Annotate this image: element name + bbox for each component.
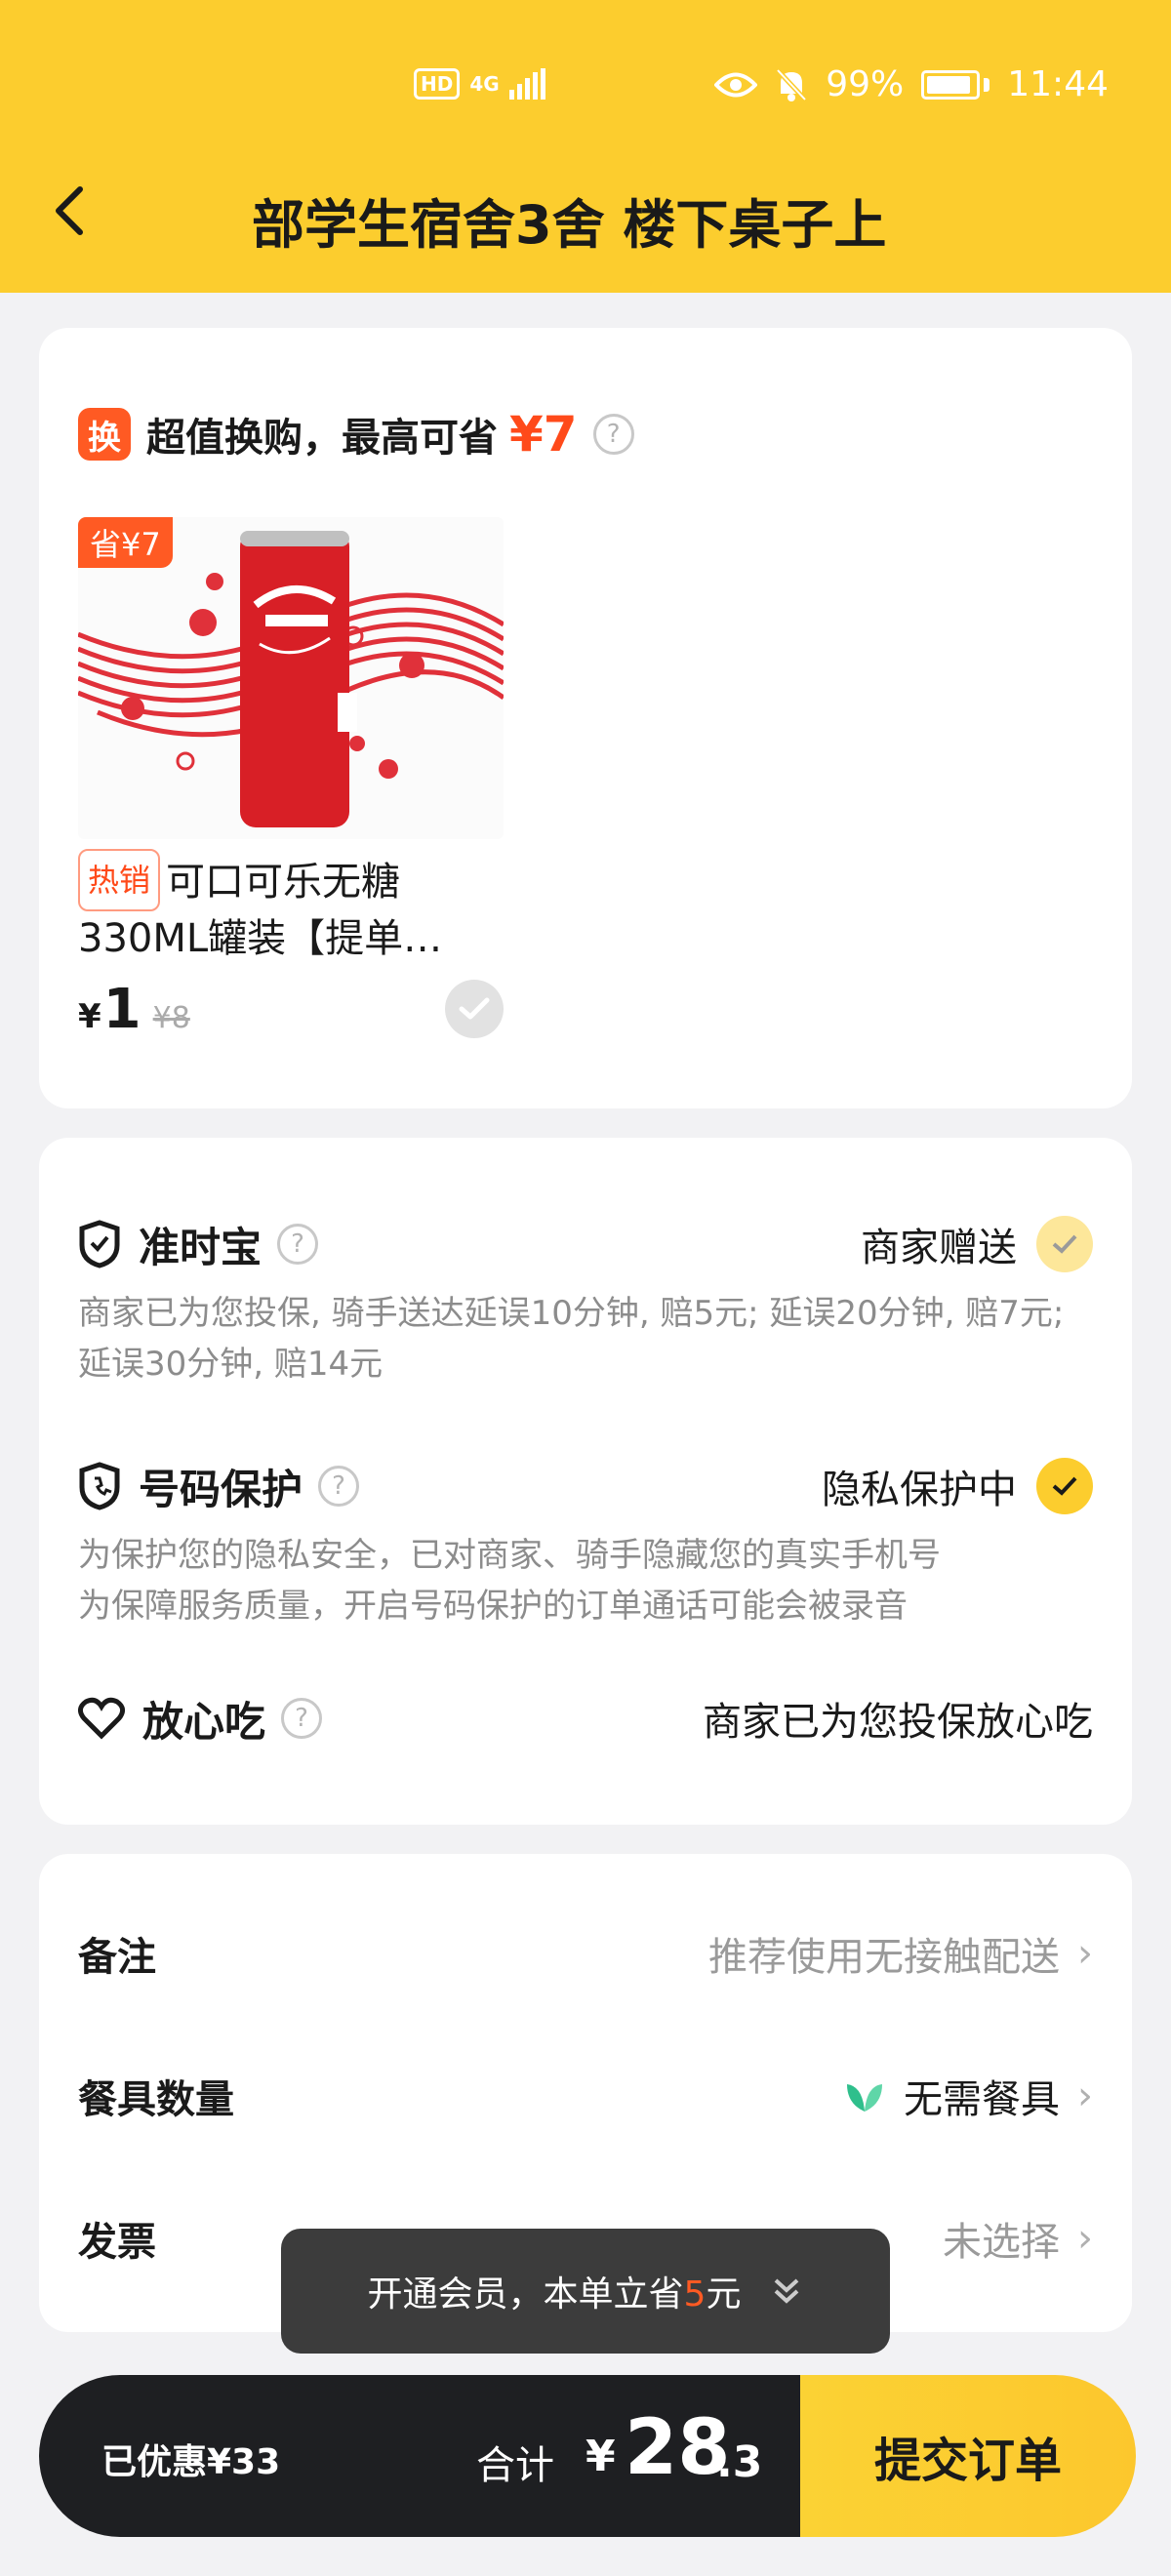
invoice-value: 未选择 [943,2220,1060,2265]
total-summary: 已优惠¥33 合计 ¥ 28 .3 [39,2375,800,2537]
back-button[interactable] [49,181,107,250]
number-protect-toggle[interactable] [1036,1458,1093,1514]
submit-order-button[interactable]: 提交订单 [800,2375,1136,2537]
tableware-value-wrap: 无需餐具 › [843,2068,1093,2124]
battery-tip [984,77,990,92]
leaf-icon [847,2084,882,2112]
product-image[interactable]: 省¥7 [78,517,504,839]
safe-eat-row: 放心吃 ? 商家已为您投保放心吃 [78,1684,1093,1752]
total-decimal: .3 [716,2437,763,2487]
safe-eat-status-text: 商家已为您投保放心吃 [703,1700,1093,1745]
hd-icon: HD [414,68,461,100]
swap-title: 超值换购，最高可省 [146,416,498,461]
member-promo-pre: 开通会员，本单立省 [367,2274,684,2314]
remark-value: 推荐使用无接触配送 [708,1935,1060,1980]
safe-eat-head: 放心吃 ? 商家已为您投保放心吃 [78,1684,1093,1752]
page-title: 部学生宿舍3舍 楼下桌子上 [252,194,887,256]
number-protect-desc: 为保护您的隐私安全，已对商家、骑手隐藏您的真实手机号 为保障服务质量，开启号码保… [78,1536,941,1626]
help-icon[interactable]: ? [281,1698,323,1739]
tableware-label: 餐具数量 [78,2077,234,2122]
status-right: 99% 11:44 [714,64,1109,104]
ontime-check [1036,1216,1093,1272]
price-now: 1 [102,978,141,1041]
check-icon [1052,1476,1077,1496]
number-protect-status: 隐私保护中 [822,1458,1093,1514]
number-protect-head: 号码保护 ? 隐私保护中 [78,1452,1093,1520]
shield-check-icon [79,1220,120,1268]
ontime-desc: 商家已为您投保, 骑手送达延误10分钟, 赔5元; 延误20分钟, 赔7元; 延… [78,1294,1065,1384]
top-header: HD 4G 99% 11:44 部学生宿舍3舍 楼下桌子上 [0,0,1171,293]
help-icon[interactable]: ? [277,1224,319,1265]
save-badge: 省¥7 [78,517,173,568]
ontime-status-text: 商家赠送 [861,1226,1017,1270]
ontime-row: 准时宝 ? 商家赠送 商家已为您投保, 骑手送达延误10分钟, 赔5元; 延误2… [78,1210,1093,1389]
discount-text: 已优惠¥33 [101,2442,281,2482]
ontime-status: 商家赠送 [861,1216,1093,1272]
invoice-label: 发票 [78,2220,156,2265]
member-promo-text: 开通会员，本单立省5元 [368,2266,742,2316]
swap-max-save: ¥7 [509,406,578,463]
signal-icon [508,68,545,100]
chevron-right-icon: › [1077,1931,1093,1976]
tableware-value: 无需餐具 [904,2077,1060,2122]
total-integer: 28 [625,2404,731,2492]
shield-phone-icon [79,1462,120,1510]
product-name[interactable]: 热销 可口可乐无糖330ML罐装【提单… [78,849,507,966]
insurance-card: 准时宝 ? 商家赠送 商家已为您投保, 骑手送达延误10分钟, 赔5元; 延误2… [39,1138,1132,1825]
ontime-title: 准时宝 [139,1223,262,1271]
help-icon[interactable]: ? [318,1466,360,1507]
swap-offer-card: 换 超值换购，最高可省 ¥7 ? 省¥7 热销 可口可乐无糖330ML罐装【提单… [39,328,1132,1108]
remark-label: 备注 [78,1935,156,1980]
swap-header: 换 超值换购，最高可省 ¥7 ? [78,406,634,463]
status-bar: HD 4G 99% 11:44 [0,59,1171,117]
network-indicators: HD 4G [414,68,545,100]
member-promo-toast[interactable]: 开通会员，本单立省5元 [281,2229,890,2354]
eye-icon [714,72,758,97]
total-label: 合计 [476,2443,554,2488]
number-protect-status-text: 隐私保护中 [822,1468,1017,1512]
safe-eat-title: 放心吃 [142,1697,266,1746]
swap-tag-icon: 换 [78,408,131,461]
member-promo-amount: 5 [683,2274,707,2314]
price-row: ¥ 1 ¥8 [78,978,190,1041]
number-protect-title: 号码保护 [139,1465,303,1513]
mute-bell-icon [776,67,808,101]
help-icon[interactable]: ? [592,414,634,455]
number-protect-row: 号码保护 ? 隐私保护中 为保护您的隐私安全，已对商家、骑手隐藏您的真实手机号 … [78,1452,1093,1631]
chevron-right-icon: › [1077,2216,1093,2261]
product-select-checkbox[interactable] [445,980,504,1038]
member-promo-post: 元 [706,2274,742,2314]
heart-icon [78,1697,125,1740]
battery-percent: 99% [826,64,905,104]
clock: 11:44 [1007,64,1109,104]
check-icon [459,997,490,1020]
checkout-bar: 已优惠¥33 合计 ¥ 28 .3 提交订单 [39,2375,1136,2537]
ontime-head: 准时宝 ? 商家赠送 [78,1210,1093,1278]
tableware-row[interactable]: 餐具数量 无需餐具 › [78,2057,1093,2135]
price-old: ¥8 [152,1001,190,1035]
total-currency: ¥ [586,2432,616,2481]
remark-row[interactable]: 备注 推荐使用无接触配送 › [78,1914,1093,1992]
price-currency: ¥ [78,997,101,1036]
remark-value-wrap: 推荐使用无接触配送 › [708,1925,1093,1982]
network-type: 4G [469,72,500,96]
check-icon [1052,1234,1077,1254]
safe-eat-status: 商家已为您投保放心吃 [703,1690,1093,1747]
double-chevron-down-icon [775,2278,799,2304]
invoice-value-wrap: 未选择 › [943,2210,1093,2267]
battery-icon [921,69,981,100]
chevron-right-icon: › [1077,2073,1093,2118]
chevron-left-icon [56,186,83,235]
hot-sale-tag: 热销 [78,849,161,911]
